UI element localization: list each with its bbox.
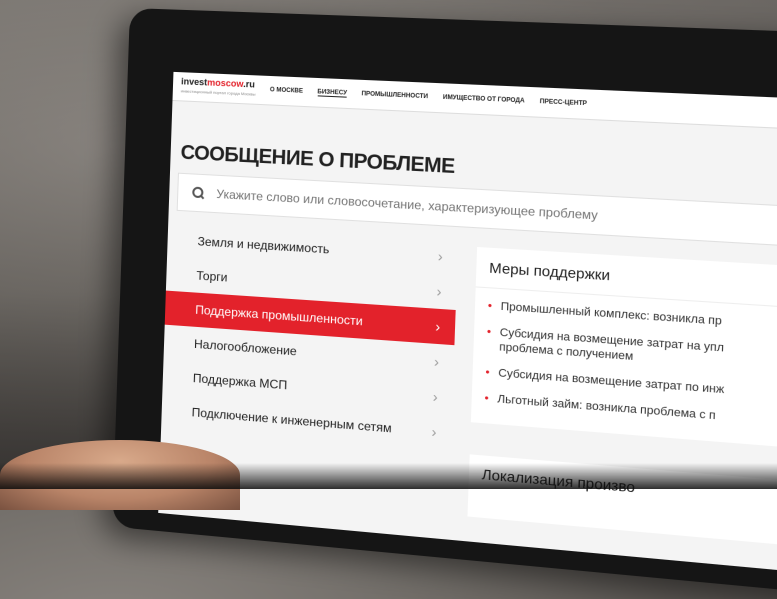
menu-item-label: Подключение к инженерным сетям	[191, 405, 391, 435]
nav-item-city-property[interactable]: Имущество от города	[443, 95, 525, 105]
logo-suffix: .ru	[243, 79, 255, 90]
search-input[interactable]	[214, 186, 777, 237]
logo-subtitle: инвестиционный портал города Москвы	[181, 86, 256, 98]
chevron-right-icon: ›	[435, 318, 441, 335]
menu-item-label: Торги	[196, 268, 227, 284]
category-menu: Земля и недвижимость › Торги › Поддержка…	[161, 222, 458, 450]
chevron-right-icon: ›	[436, 283, 442, 300]
site-logo[interactable]: investmoscow.ru инвестиционный портал го…	[181, 77, 256, 98]
laptop-screen: investmoscow.ru инвестиционный портал го…	[158, 72, 777, 576]
support-measures-list: Промышленный комплекс: возникла пр Субси…	[471, 287, 777, 452]
nav-item-industry[interactable]: Промышленности	[361, 91, 428, 100]
nav-item-about-moscow[interactable]: О Москве	[270, 87, 303, 95]
nav-item-press-center[interactable]: Пресс-центр	[540, 99, 587, 107]
foreground-shadow	[0, 463, 777, 489]
laptop: investmoscow.ru инвестиционный портал го…	[112, 8, 777, 599]
chevron-right-icon: ›	[438, 248, 444, 265]
chevron-right-icon: ›	[434, 353, 440, 370]
menu-item-label: Поддержка промышленности	[195, 303, 363, 329]
site-header: investmoscow.ru инвестиционный портал го…	[172, 72, 777, 132]
nav-item-business[interactable]: Бизнесу	[317, 89, 347, 97]
chevron-right-icon: ›	[432, 388, 438, 405]
menu-item-label: Поддержка МСП	[193, 371, 288, 392]
chevron-right-icon: ›	[431, 423, 437, 440]
menu-item-label: Земля и недвижимость	[197, 234, 329, 256]
search-icon	[192, 187, 204, 200]
menu-item-label: Налогообложение	[194, 337, 297, 359]
support-measures-panel: Меры поддержки Промышленный комплекс: во…	[471, 247, 777, 452]
